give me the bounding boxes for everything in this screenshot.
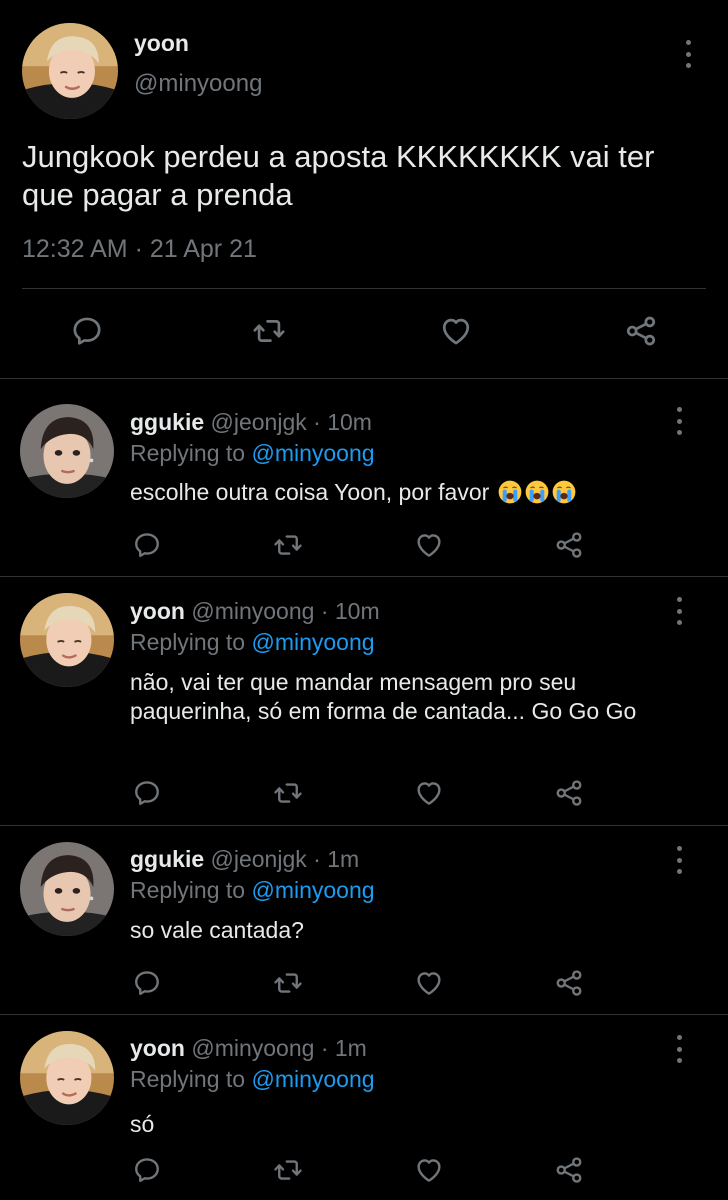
more-options-icon[interactable] <box>675 1035 683 1063</box>
retweet-icon[interactable] <box>273 1155 303 1185</box>
mention-link[interactable]: @minyoong <box>251 629 374 655</box>
like-icon[interactable] <box>439 314 473 348</box>
author-name[interactable]: ggukie <box>130 846 204 872</box>
like-icon[interactable] <box>414 778 444 808</box>
more-options-icon[interactable] <box>684 40 692 68</box>
separator: · <box>313 409 321 435</box>
loudly-crying-face-emoji <box>551 479 577 505</box>
reply-text: não, vai ter que mandar mensagem pro seu… <box>130 669 637 724</box>
author-name[interactable]: yoon <box>134 30 189 57</box>
author-handle[interactable]: @jeonjgk <box>211 409 307 435</box>
retweet-icon[interactable] <box>252 314 286 348</box>
avatar[interactable] <box>20 842 114 936</box>
avatar-image <box>20 842 114 936</box>
share-icon[interactable] <box>554 530 584 560</box>
author-name[interactable]: ggukie <box>130 409 204 435</box>
reply-text: so vale cantada? <box>130 917 304 943</box>
more-options-icon[interactable] <box>675 846 683 874</box>
replying-to: Replying to @minyoong <box>130 629 375 656</box>
author-handle[interactable]: @jeonjgk <box>211 846 307 872</box>
reply-icon[interactable] <box>132 968 162 998</box>
avatar-image <box>20 404 114 498</box>
mention-link[interactable]: @minyoong <box>251 877 374 903</box>
reply-tweet[interactable]: ggukie @jeonjgk · 10m Replying to @minyo… <box>0 379 728 577</box>
replying-to: Replying to @minyoong <box>130 440 375 467</box>
reply-text: só <box>130 1111 155 1137</box>
reply-header: ggukie @jeonjgk · 1m <box>130 846 359 873</box>
avatar-image <box>20 593 114 687</box>
reply-icon[interactable] <box>132 530 162 560</box>
avatar[interactable] <box>22 23 118 119</box>
separator: · <box>313 846 321 872</box>
reply-tweet[interactable]: yoon @minyoong · 10m Replying to @minyoo… <box>0 577 728 826</box>
reply-icon[interactable] <box>132 1155 162 1185</box>
reply-tweet[interactable]: yoon @minyoong · 1m Replying to @minyoon… <box>0 1015 728 1200</box>
like-icon[interactable] <box>414 968 444 998</box>
retweet-icon[interactable] <box>273 778 303 808</box>
separator: · <box>320 598 329 624</box>
author-name[interactable]: yoon <box>130 598 185 624</box>
replying-to-label: Replying to <box>130 1066 246 1092</box>
tweet-timestamp[interactable]: 12:32 AM · 21 Apr 21 <box>22 235 257 264</box>
more-options-icon[interactable] <box>675 407 683 435</box>
mention-link[interactable]: @minyoong <box>251 440 374 466</box>
share-icon[interactable] <box>624 314 658 348</box>
reply-text: escolhe outra coisa Yoon, por favor <box>130 479 490 505</box>
separator: · <box>320 1035 329 1061</box>
avatar-image <box>22 23 118 119</box>
main-tweet: yoon @minyoong Jungkook perdeu a aposta … <box>0 0 728 379</box>
reply-time[interactable]: 10m <box>327 409 372 435</box>
retweet-icon[interactable] <box>273 530 303 560</box>
reply-icon[interactable] <box>132 778 162 808</box>
replying-to: Replying to @minyoong <box>130 1066 375 1093</box>
replying-to-label: Replying to <box>130 440 246 466</box>
author-handle[interactable]: @minyoong <box>191 1035 314 1061</box>
author-handle[interactable]: @minyoong <box>134 70 262 98</box>
share-icon[interactable] <box>554 968 584 998</box>
more-options-icon[interactable] <box>675 597 683 625</box>
avatar-image <box>20 1031 114 1125</box>
replying-to: Replying to @minyoong <box>130 877 375 904</box>
reply-text-container: escolhe outra coisa Yoon, por favor <box>130 478 670 507</box>
author-handle[interactable]: @minyoong <box>191 598 314 624</box>
replying-to-label: Replying to <box>130 629 246 655</box>
retweet-icon[interactable] <box>273 968 303 998</box>
avatar[interactable] <box>20 1031 114 1125</box>
reply-header: yoon @minyoong · 1m <box>130 1035 367 1062</box>
like-icon[interactable] <box>414 1155 444 1185</box>
share-icon[interactable] <box>554 1155 584 1185</box>
like-icon[interactable] <box>414 530 444 560</box>
reply-tweet[interactable]: ggukie @jeonjgk · 1m Replying to @minyoo… <box>0 826 728 1015</box>
reply-header: yoon @minyoong · 10m <box>130 598 380 625</box>
replying-to-label: Replying to <box>130 877 246 903</box>
reply-time[interactable]: 10m <box>335 598 380 624</box>
reply-header: ggukie @jeonjgk · 10m <box>130 409 372 436</box>
mention-link[interactable]: @minyoong <box>251 1066 374 1092</box>
avatar[interactable] <box>20 593 114 687</box>
loudly-crying-face-emoji <box>497 479 523 505</box>
avatar[interactable] <box>20 404 114 498</box>
reply-time[interactable]: 1m <box>335 1035 367 1061</box>
divider <box>22 288 706 289</box>
share-icon[interactable] <box>554 778 584 808</box>
reply-icon[interactable] <box>70 314 104 348</box>
tweet-text: Jungkook perdeu a aposta KKKKKKKK vai te… <box>22 139 655 212</box>
author-name[interactable]: yoon <box>130 1035 185 1061</box>
loudly-crying-face-emoji <box>524 479 550 505</box>
reply-time[interactable]: 1m <box>327 846 359 872</box>
